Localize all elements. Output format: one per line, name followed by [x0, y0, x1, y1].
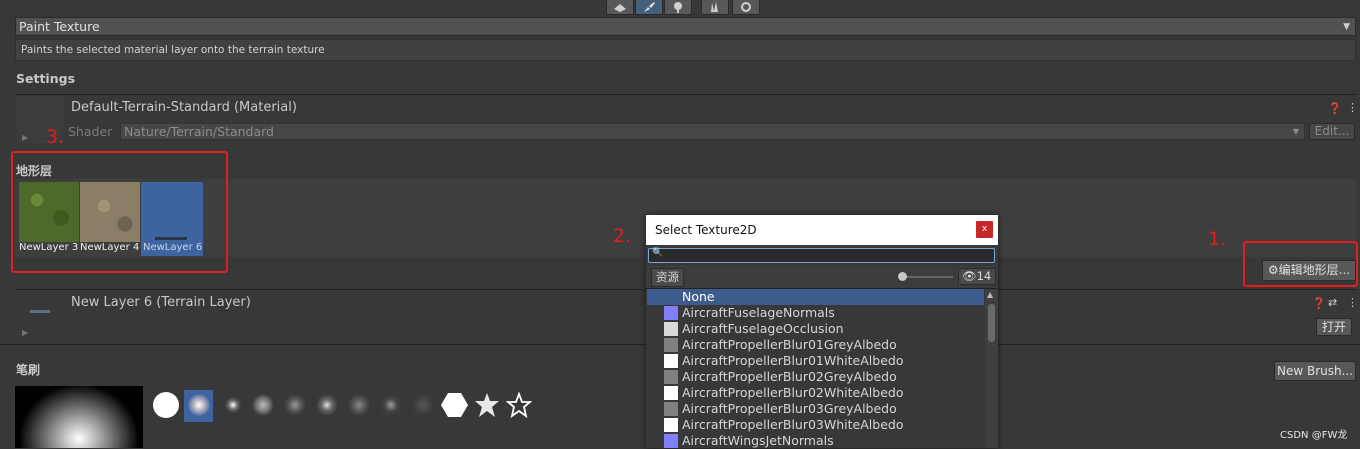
- dialog-tab-row: 资源 👁14: [646, 266, 998, 289]
- list-scrollbar[interactable]: ▲: [985, 289, 998, 448]
- shader-value: Nature/Terrain/Standard: [124, 124, 274, 139]
- tree-icon[interactable]: [664, 0, 692, 15]
- foldout-arrow-icon[interactable]: ▶: [22, 133, 28, 142]
- brushes-title: 笔刷: [16, 363, 41, 377]
- texture-swatch: [664, 370, 678, 384]
- hidden-count: 14: [976, 269, 992, 283]
- help-icon[interactable]: ❓: [1328, 102, 1342, 115]
- search-icon: 🔍: [652, 248, 664, 258]
- brush-soft-small-icon[interactable]: [220, 392, 246, 418]
- dialog-title: Select Texture2D: [655, 223, 757, 237]
- layer-mini-preview: [30, 310, 50, 313]
- item-name: AircraftWingsJetNormals: [682, 433, 834, 448]
- brush-grass-icon[interactable]: [410, 392, 436, 418]
- list-item[interactable]: AircraftFuselageOcclusion: [647, 321, 984, 337]
- item-name: AircraftFuselageNormals: [682, 305, 835, 320]
- brush-hexagon-icon[interactable]: [441, 392, 468, 418]
- close-button[interactable]: x: [976, 221, 993, 238]
- select-texture-dialog: Select Texture2D x 🔍 资源 👁14 None Aircraf…: [646, 215, 998, 448]
- annotation-box-3: [11, 151, 228, 273]
- list-item[interactable]: AircraftPropellerBlur02WhiteAlbedo: [647, 385, 984, 401]
- brush-preview: [15, 386, 143, 448]
- help-box: Paints the selected material layer onto …: [15, 39, 1356, 61]
- scroll-up-icon[interactable]: ▲: [987, 290, 993, 299]
- raise-terrain-icon[interactable]: [606, 0, 634, 15]
- details-icon[interactable]: [701, 0, 729, 15]
- list-item[interactable]: AircraftPropellerBlur03WhiteAlbedo: [647, 417, 984, 433]
- shader-dropdown[interactable]: Nature/Terrain/Standard ▼: [120, 123, 1305, 140]
- texture-swatch: [664, 402, 678, 416]
- eye-hidden-icon: 👁: [962, 269, 977, 283]
- help-icon[interactable]: ❓: [1312, 297, 1326, 310]
- annotation-label-3: 3.: [46, 126, 65, 148]
- brush-streak-icon[interactable]: [378, 392, 404, 418]
- item-name: AircraftPropellerBlur02WhiteAlbedo: [682, 385, 904, 400]
- item-name: AircraftPropellerBlur02GreyAlbedo: [682, 369, 897, 384]
- tool-dropdown-value: Paint Texture: [19, 19, 100, 34]
- chevron-down-icon: ▼: [1343, 22, 1350, 32]
- item-name: AircraftFuselageOcclusion: [682, 321, 844, 336]
- brush-noise-icon[interactable]: [282, 392, 308, 418]
- search-input[interactable]: 🔍: [648, 248, 995, 263]
- item-name: None: [682, 289, 715, 304]
- more-icon[interactable]: ⋮: [1347, 296, 1358, 309]
- tool-dropdown[interactable]: Paint Texture ▼: [15, 17, 1356, 36]
- brush-splatter-icon[interactable]: [314, 392, 340, 418]
- list-item[interactable]: None: [647, 289, 984, 305]
- more-icon[interactable]: ⋮: [1347, 101, 1358, 114]
- open-button[interactable]: 打开: [1316, 318, 1352, 336]
- texture-swatch: [664, 338, 678, 352]
- size-slider[interactable]: [903, 276, 953, 278]
- new-brush-button[interactable]: New Brush...: [1274, 361, 1356, 381]
- dialog-titlebar: Select Texture2D x: [646, 215, 998, 245]
- tab-assets[interactable]: 资源: [651, 268, 684, 287]
- scrollbar-thumb[interactable]: [988, 304, 995, 342]
- shader-label: Shader: [68, 124, 113, 139]
- annotation-label-2: 2.: [613, 225, 632, 247]
- brush-circle-icon[interactable]: [153, 392, 179, 418]
- list-item[interactable]: AircraftPropellerBlur01GreyAlbedo: [647, 337, 984, 353]
- preset-icon[interactable]: ⇄: [1328, 296, 1337, 309]
- shader-edit-button[interactable]: Edit...: [1309, 123, 1355, 140]
- material-name: Default-Terrain-Standard (Material): [71, 100, 297, 115]
- list-item[interactable]: AircraftWingsJetNormals: [647, 433, 984, 449]
- item-name: AircraftPropellerBlur03GreyAlbedo: [682, 401, 897, 416]
- list-item[interactable]: AircraftPropellerBlur03GreyAlbedo: [647, 401, 984, 417]
- brush-star-soft-icon[interactable]: [474, 392, 500, 418]
- divider: [15, 94, 1356, 95]
- texture-swatch: [664, 322, 678, 336]
- brush-star-outline-icon[interactable]: [505, 391, 533, 419]
- help-text: Paints the selected material layer onto …: [21, 44, 325, 56]
- chevron-down-icon: ▼: [1292, 127, 1299, 136]
- hidden-toggle[interactable]: 👁14: [958, 268, 996, 285]
- texture-list: None AircraftFuselageNormals AircraftFus…: [647, 289, 984, 449]
- texture-swatch: [664, 418, 678, 432]
- annotation-label-1: 1.: [1208, 228, 1227, 250]
- foldout-arrow-icon[interactable]: ▶: [22, 328, 28, 337]
- list-item[interactable]: AircraftPropellerBlur02GreyAlbedo: [647, 369, 984, 385]
- item-name: AircraftPropellerBlur03WhiteAlbedo: [682, 417, 904, 432]
- brush-selected-bg[interactable]: [184, 390, 213, 422]
- item-name: AircraftPropellerBlur01WhiteAlbedo: [682, 353, 904, 368]
- brush-scatter-icon[interactable]: [346, 392, 372, 418]
- texture-swatch: [664, 434, 678, 448]
- settings-title: Settings: [16, 71, 76, 86]
- brush-cloud-icon[interactable]: [250, 392, 276, 418]
- list-item[interactable]: AircraftPropellerBlur01WhiteAlbedo: [647, 353, 984, 369]
- paint-brush-icon[interactable]: [635, 0, 663, 15]
- settings-icon[interactable]: [732, 0, 760, 15]
- size-slider-handle[interactable]: [898, 272, 907, 281]
- annotation-box-1: [1243, 241, 1358, 287]
- texture-swatch: [664, 354, 678, 368]
- texture-swatch: [664, 386, 678, 400]
- list-item[interactable]: AircraftFuselageNormals: [647, 305, 984, 321]
- watermark: CSDN @FW龙: [1280, 430, 1348, 441]
- item-name: AircraftPropellerBlur01GreyAlbedo: [682, 337, 897, 352]
- terrain-layer-title: New Layer 6 (Terrain Layer): [71, 295, 251, 310]
- texture-swatch: [664, 306, 678, 320]
